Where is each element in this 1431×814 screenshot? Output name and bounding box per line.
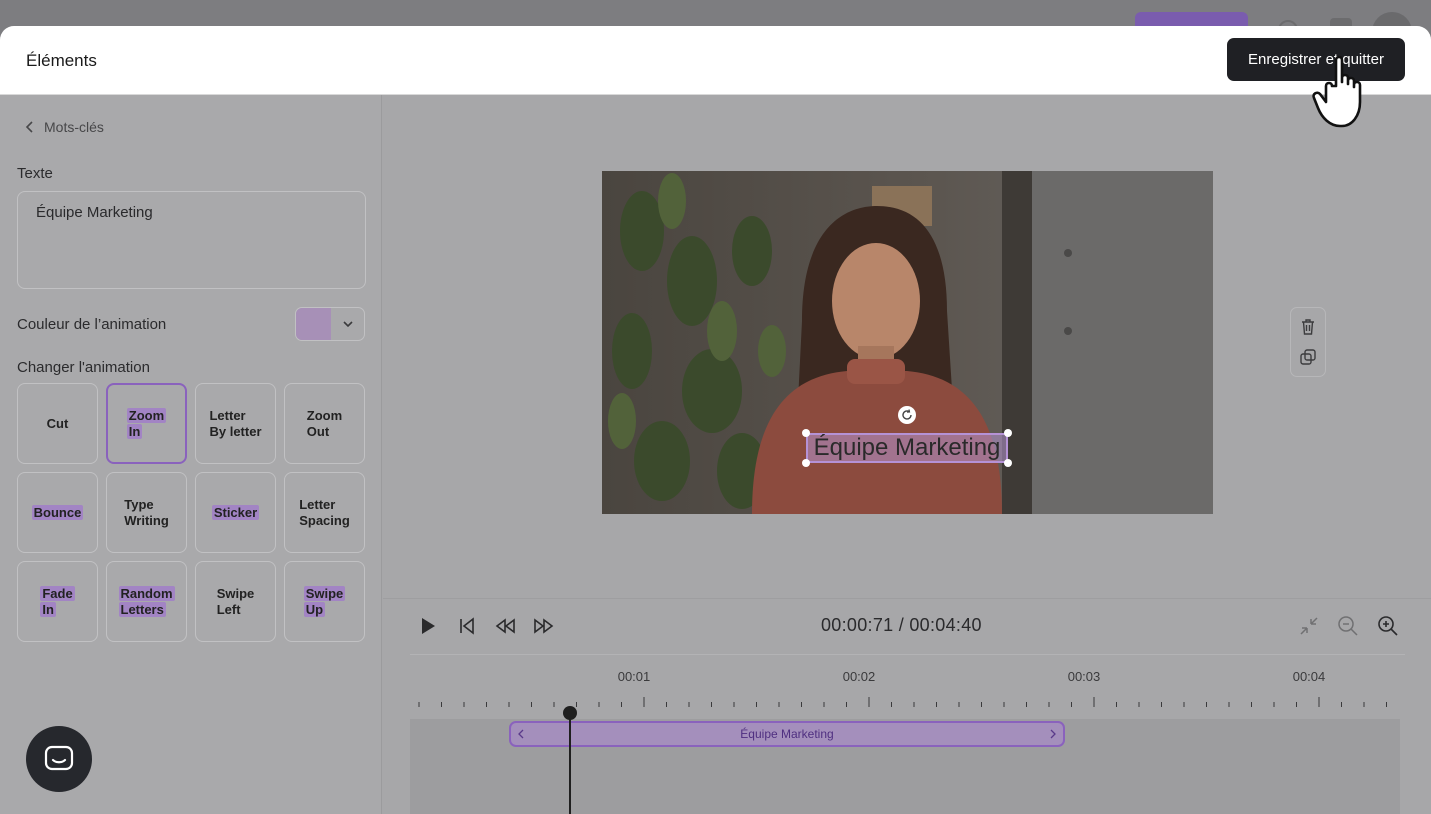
animation-option-label: Cut [47, 416, 69, 432]
animation-label-line1: Bounce [31, 504, 84, 520]
animation-label-line1: Swipe [216, 585, 255, 601]
animation-option-label: Swipe Up [303, 585, 346, 618]
text-section-label: Texte [17, 165, 53, 182]
fast-forward-icon[interactable] [533, 615, 555, 637]
modal-header: Éléments Enregistrer et quitter [0, 26, 1431, 95]
clip-trim-right-icon[interactable] [1049, 729, 1057, 739]
play-icon[interactable] [417, 615, 439, 637]
animation-option[interactable]: Swipe Up [284, 561, 365, 642]
tick-label: 00:02 [842, 669, 876, 684]
resize-handle-bottom-left[interactable] [802, 459, 810, 467]
animation-option[interactable]: Swipe Left [195, 561, 276, 642]
clip-label: Équipe Marketing [740, 727, 834, 741]
copy-icon[interactable] [1298, 347, 1318, 367]
animation-color-picker[interactable] [295, 307, 365, 341]
back-to-keywords-link[interactable]: Mots-clés [24, 119, 104, 135]
settings-panel: Mots-clés Texte Équipe Marketing Couleur… [0, 95, 382, 814]
modal-title: Éléments [26, 51, 97, 70]
animation-grid: Cut Zoom In Letter By letter Zoom Out Bounce Typ… [17, 383, 365, 642]
animation-label-line1: Letter [299, 496, 336, 512]
animation-option[interactable]: Letter By letter [195, 383, 276, 464]
clip-trim-left-icon[interactable] [517, 729, 525, 739]
animation-label-line2: Letters [118, 601, 166, 617]
animation-label-line2: In [126, 423, 143, 439]
timeline-ruler[interactable]: 00:01 00:02 00:03 00:04 [410, 654, 1405, 719]
text-input[interactable]: Équipe Marketing [17, 191, 366, 289]
trash-icon[interactable] [1298, 317, 1318, 337]
animation-option-label: Zoom Out [307, 408, 342, 440]
tick-label: 00:01 [617, 669, 651, 684]
collapse-icon[interactable] [1297, 614, 1321, 638]
chevron-left-icon [25, 121, 33, 133]
animation-option[interactable]: Cut [17, 383, 98, 464]
animation-option[interactable]: Fade In [17, 561, 98, 642]
animation-option-label: Zoom In [126, 407, 167, 440]
hand-pointer-cursor [1312, 55, 1362, 128]
animation-label-line2: Up [303, 601, 326, 617]
chat-icon [44, 745, 74, 771]
rotate-handle[interactable] [898, 406, 916, 424]
zoom-out-icon[interactable] [1336, 614, 1360, 638]
animation-label-line1: Cut [46, 415, 69, 431]
animation-option[interactable]: Sticker [195, 472, 276, 553]
video-preview[interactable]: Équipe Marketing [602, 171, 1213, 514]
rotate-icon [902, 409, 912, 420]
animation-label-line2: By letter [209, 423, 262, 439]
element-toolbar [1290, 307, 1326, 377]
animation-option-label: Random Letters [118, 585, 175, 618]
timeline-panel: 00:00:71 / 00:04:40 00:01 00:02 00:03 00… [383, 598, 1431, 814]
tick-label: 00:03 [1067, 669, 1101, 684]
animation-option-label: Swipe Left [217, 586, 255, 618]
tick-label: 00:04 [1292, 669, 1326, 684]
chat-support-button[interactable] [26, 726, 92, 792]
animation-option-label: Fade In [40, 585, 75, 618]
animation-label-line1: Zoom [306, 407, 343, 423]
animation-option[interactable]: Zoom Out [284, 383, 365, 464]
playhead-line [569, 713, 571, 814]
ruler-ticks [418, 697, 1387, 707]
animation-label-line2: Writing [124, 512, 169, 528]
animation-label-line2: Left [216, 601, 241, 617]
animation-option-label: Letter By letter [209, 408, 261, 440]
elements-modal: Éléments Enregistrer et quitter Mots-clé… [0, 26, 1431, 814]
zoom-in-icon[interactable] [1376, 614, 1400, 638]
skip-back-icon[interactable] [456, 615, 478, 637]
animation-option[interactable]: Type Writing [106, 472, 187, 553]
animation-option[interactable]: Letter Spacing [284, 472, 365, 553]
chevron-down-icon [342, 321, 353, 328]
animation-option[interactable]: Zoom In [106, 383, 187, 464]
animation-option-label: Type Writing [124, 497, 169, 529]
resize-handle-bottom-right[interactable] [1004, 459, 1012, 467]
back-link-label: Mots-clés [44, 119, 104, 135]
animation-label-line1: Letter [209, 407, 246, 423]
text-clip[interactable]: Équipe Marketing [509, 721, 1065, 747]
color-swatch [296, 308, 331, 340]
animation-option-label: Sticker [211, 504, 260, 521]
color-section-label: Couleur de l’animation [17, 316, 167, 333]
animation-option[interactable]: Random Letters [106, 561, 187, 642]
animation-option-label: Letter Spacing [299, 497, 350, 529]
resize-handle-top-right[interactable] [1004, 429, 1012, 437]
animation-label-line2: Out [306, 423, 330, 439]
animation-label-line1: Random [118, 585, 175, 601]
animation-option-label: Bounce [31, 504, 84, 521]
resize-handle-top-left[interactable] [802, 429, 810, 437]
animation-label-line1: Type [124, 496, 154, 512]
animation-label-line1: Fade [40, 585, 75, 601]
animation-label-line1: Zoom [126, 407, 167, 423]
animation-section-label: Changer l'animation [17, 359, 150, 376]
text-overlay[interactable]: Équipe Marketing [806, 433, 1008, 463]
animation-option[interactable]: Bounce [17, 472, 98, 553]
playhead-handle[interactable] [563, 706, 577, 720]
animation-label-line1: Sticker [211, 504, 260, 520]
color-dropdown-toggle[interactable] [331, 308, 364, 340]
animation-label-line1: Swipe [303, 585, 346, 601]
animation-label-line2: In [40, 601, 56, 617]
animation-label-line2: Spacing [299, 512, 350, 528]
text-overlay-label: Équipe Marketing [813, 434, 1001, 461]
rewind-icon[interactable] [494, 615, 516, 637]
canvas-area: Équipe Marketing [383, 95, 1431, 598]
time-readout: 00:00:71 / 00:04:40 [821, 615, 982, 635]
